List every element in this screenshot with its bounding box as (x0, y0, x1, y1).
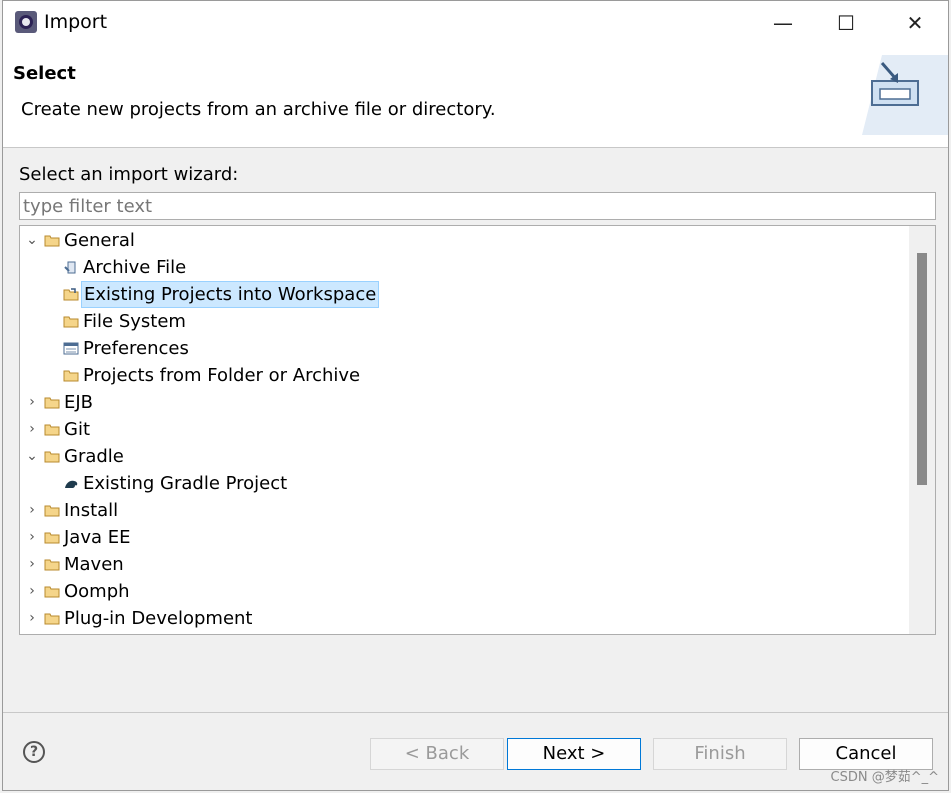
chevron-right-icon[interactable]: › (25, 578, 39, 605)
tree-item-label: Java EE (64, 527, 131, 548)
chevron-right-icon[interactable]: › (25, 389, 39, 416)
folder-icon (44, 532, 60, 544)
tree-item-label: Preferences (83, 338, 189, 359)
chevron-right-icon[interactable]: › (25, 416, 39, 443)
chevron-right-icon[interactable]: › (25, 524, 39, 551)
tree-item-projects-from-folder[interactable]: Projects from Folder or Archive (20, 362, 900, 389)
folder-icon (44, 235, 60, 247)
page-title: Select (13, 63, 76, 84)
folder-icon (44, 424, 60, 436)
footer-divider (3, 712, 948, 713)
folder-icon (44, 397, 60, 409)
tree-item-label: Plug-in Development (64, 608, 253, 629)
tree-item-label: Git (64, 419, 91, 440)
wizard-label: Select an import wizard: (19, 164, 239, 185)
projects-icon (63, 288, 79, 301)
tree-item-existing-projects[interactable]: Existing Projects into Workspace (20, 281, 900, 308)
tree-item-java-ee[interactable]: › Java EE (20, 524, 900, 551)
tree-scrollbar[interactable] (909, 226, 935, 634)
import-dialog: Import — ☐ ✕ Select Create new projects … (2, 0, 949, 791)
tree-item-ejb[interactable]: › EJB (20, 389, 900, 416)
tree-item-gradle[interactable]: ⌄ Gradle (20, 443, 900, 470)
tree-item-label: File System (83, 311, 186, 332)
tree-item-general[interactable]: ⌄ General (20, 227, 900, 254)
tree-item-git[interactable]: › Git (20, 416, 900, 443)
tree-item-existing-gradle-project[interactable]: Existing Gradle Project (20, 470, 900, 497)
folder-icon (44, 559, 60, 571)
tree-item-label: Archive File (83, 257, 187, 278)
tree-item-plugin-development[interactable]: › Plug-in Development (20, 605, 900, 632)
filter-input[interactable] (19, 192, 936, 220)
tree-item-archive-file[interactable]: Archive File (20, 254, 900, 281)
eclipse-icon (15, 11, 37, 33)
chevron-right-icon[interactable]: › (25, 497, 39, 524)
tree-item-preferences[interactable]: Preferences (20, 335, 900, 362)
archive-icon (64, 261, 76, 274)
wizard-header: Select Create new projects from an archi… (3, 45, 948, 148)
folder-icon (63, 316, 79, 328)
window-title: Import (44, 11, 108, 33)
chevron-right-icon[interactable]: › (25, 551, 39, 578)
tree-item-file-system[interactable]: File System (20, 308, 900, 335)
chevron-down-icon[interactable]: ⌄ (25, 443, 39, 470)
tree-item-label: Gradle (64, 446, 124, 467)
help-button[interactable]: ? (23, 741, 45, 763)
tree-item-label: EJB (64, 392, 94, 413)
folder-icon (63, 370, 79, 382)
back-button[interactable]: < Back (370, 738, 504, 770)
tree-item-label: Projects from Folder or Archive (83, 365, 361, 386)
next-button[interactable]: Next > (507, 738, 641, 770)
folder-icon (44, 613, 60, 625)
tree-item-maven[interactable]: › Maven (20, 551, 900, 578)
tree-item-label: Install (64, 500, 119, 521)
tree-item-label: General (64, 230, 135, 251)
import-wizard-icon (862, 55, 948, 135)
chevron-down-icon[interactable]: ⌄ (25, 227, 39, 254)
close-button[interactable]: ✕ (880, 1, 950, 45)
tree-item-label: Maven (64, 554, 124, 575)
watermark: CSDN @梦茹^_^ (830, 770, 939, 785)
scrollbar-thumb[interactable] (917, 253, 927, 485)
gradle-icon (65, 480, 78, 488)
finish-button[interactable]: Finish (653, 738, 787, 770)
folder-icon (44, 586, 60, 598)
tree-item-install[interactable]: › Install (20, 497, 900, 524)
tree-item-label: Existing Gradle Project (83, 473, 288, 494)
tree-item-label: Oomph (64, 581, 130, 602)
folder-icon (44, 505, 60, 517)
page-description: Create new projects from an archive file… (21, 99, 496, 120)
maximize-button[interactable]: ☐ (811, 1, 881, 45)
title-bar: Import — ☐ ✕ (3, 1, 948, 45)
tree-item-oomph[interactable]: › Oomph (20, 578, 900, 605)
folder-icon (44, 451, 60, 463)
preferences-icon (63, 342, 79, 355)
tree-item-label: Existing Projects into Workspace (81, 281, 380, 308)
wizard-tree[interactable]: ⌄ General Archive File Existing Projects… (19, 225, 936, 635)
minimize-button[interactable]: — (748, 1, 818, 45)
chevron-right-icon[interactable]: › (25, 605, 39, 632)
